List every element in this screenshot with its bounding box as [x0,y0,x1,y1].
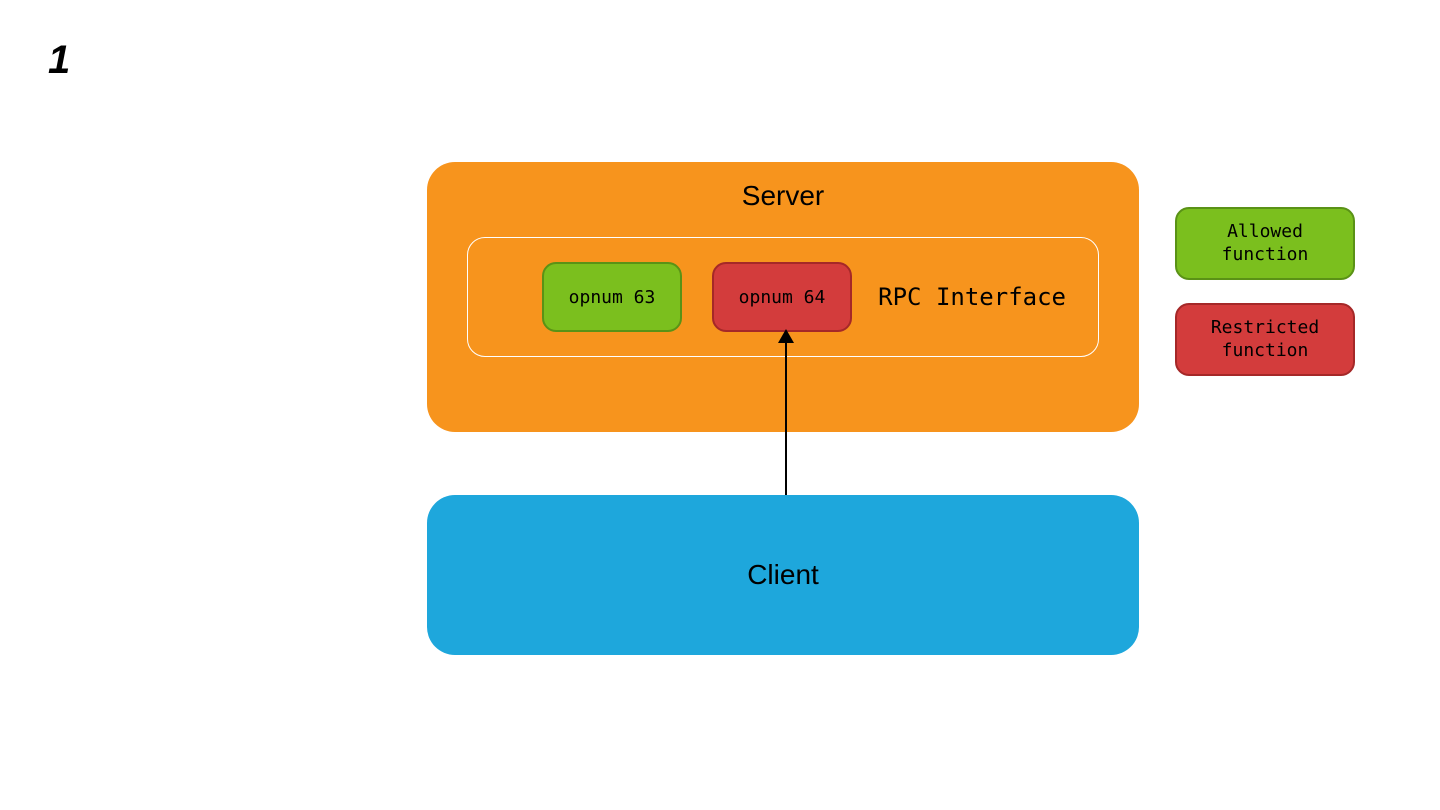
legend-restricted-line1: Restricted [1211,317,1319,338]
legend-restricted: Restricted function [1175,303,1355,376]
server-label: Server [427,180,1139,212]
arrow-line [785,338,787,496]
client-label: Client [747,559,819,591]
opnum-restricted-box: opnum 64 [712,262,852,332]
opnum-allowed-box: opnum 63 [542,262,682,332]
legend-allowed: Allowed function [1175,207,1355,280]
server-container: Server opnum 63 opnum 64 RPC Interface [427,162,1139,432]
rpc-interface-label: RPC Interface [878,283,1066,311]
step-number: 1 [48,38,70,83]
client-container: Client [427,495,1139,655]
legend-allowed-line2: function [1222,244,1309,265]
legend-allowed-line1: Allowed [1227,221,1303,242]
arrow-head-icon [778,329,794,343]
legend-restricted-line2: function [1222,340,1309,361]
